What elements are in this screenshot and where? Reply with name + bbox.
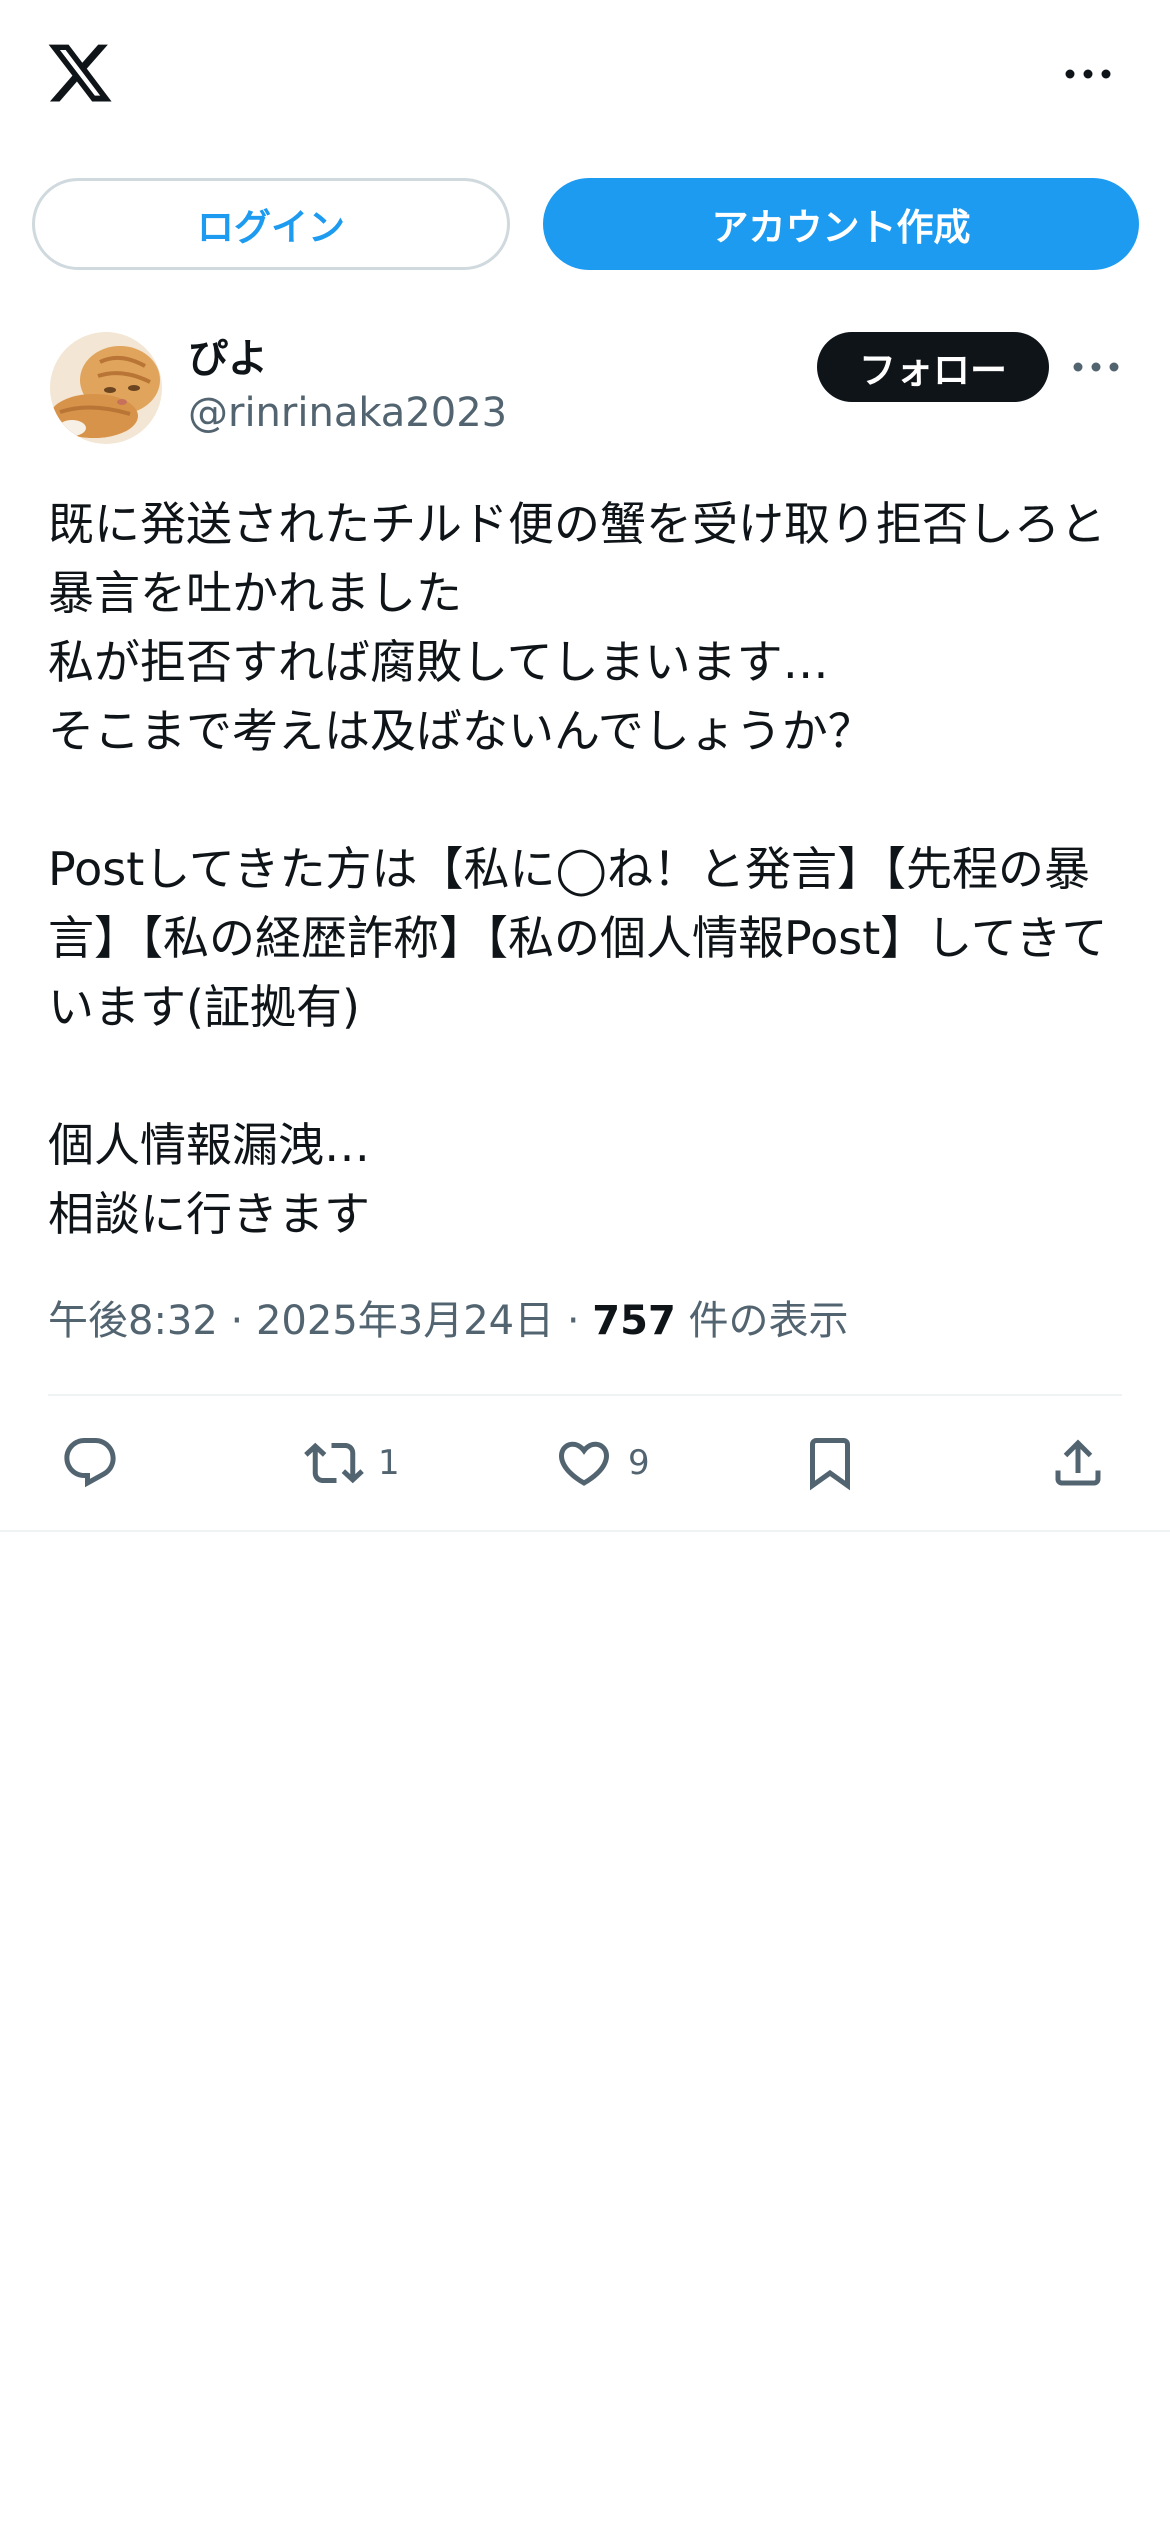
reply-icon (64, 1438, 116, 1488)
bookmark-icon (810, 1438, 850, 1491)
divider-bottom (0, 1530, 1170, 1532)
post-text: 既に発送されたチルド便の蟹を受け取り拒否しろと暴言を吐かれました 私が拒否すれば… (48, 497, 1108, 1241)
repost-count: 1 (378, 1443, 400, 1483)
display-name[interactable]: ぴよ (188, 326, 268, 384)
reply-button[interactable] (60, 1428, 120, 1498)
share-button[interactable] (1048, 1428, 1108, 1498)
heart-icon (558, 1441, 610, 1486)
post-time[interactable]: 午後8:32 (48, 1298, 218, 1344)
post-meta: 午後8:32 · 2025年3月24日 · 757 件の表示 (48, 1288, 1128, 1346)
share-icon (1055, 1439, 1101, 1486)
more-horizontal-icon[interactable] (1058, 54, 1118, 94)
post-page: ログイン アカウント作成 ぴよ @rinrinaka2023 フォロー 既に発送… (0, 0, 1170, 2532)
meta-separator: · (230, 1298, 244, 1344)
user-handle[interactable]: @rinrinaka2023 (188, 390, 507, 436)
views-label: 件の表示 (688, 1298, 849, 1344)
follow-button[interactable]: フォロー (817, 332, 1049, 402)
create-account-button[interactable]: アカウント作成 (543, 178, 1139, 270)
login-button[interactable]: ログイン (32, 178, 510, 270)
views-count: 757 (592, 1298, 676, 1344)
x-logo-icon[interactable] (45, 38, 115, 108)
bookmark-button[interactable] (800, 1428, 860, 1498)
top-bar (0, 0, 1170, 150)
repost-button[interactable]: 1 (304, 1428, 400, 1498)
divider (48, 1394, 1122, 1396)
like-count: 9 (628, 1443, 650, 1483)
avatar[interactable] (50, 332, 162, 444)
repost-icon (304, 1442, 364, 1484)
cat-avatar-image (50, 332, 162, 444)
like-button[interactable]: 9 (554, 1428, 650, 1498)
meta-separator-2: · (566, 1298, 580, 1344)
post-date[interactable]: 2025年3月24日 (256, 1298, 554, 1344)
post-more-icon[interactable] (1070, 352, 1122, 382)
